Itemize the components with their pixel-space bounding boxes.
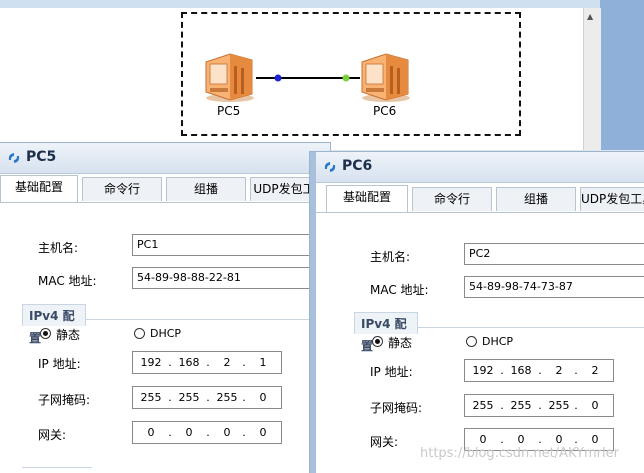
pc5-config-window: PC5 基础配置 命令行 组播 UDP发包工具 主机名: PC1 MAC 地址:… — [0, 143, 330, 473]
ipv4-group-header: IPv4 配置 — [22, 304, 86, 345]
ip-address-input[interactable]: 192 . 168 . 2 . 2 — [464, 359, 614, 382]
mask-octet: 255 — [472, 399, 494, 412]
pc6-title-bar[interactable]: PC6 — [316, 152, 644, 183]
gateway-label: 网关: — [38, 428, 67, 442]
mask-octet: 0 — [259, 391, 267, 404]
group-divider — [418, 327, 644, 328]
gateway-input[interactable]: 0 . 0 . 0 . 0 — [132, 421, 282, 444]
subnet-mask-input[interactable]: 255 . 255 . 255 . 0 — [132, 386, 282, 409]
pc6-label: PC6 — [373, 104, 397, 118]
ip-dot: . — [206, 356, 210, 369]
mac-label: MAC 地址: — [370, 283, 429, 297]
ip-dot: . — [168, 356, 172, 369]
pc5-title-bar[interactable]: PC5 — [0, 143, 330, 174]
ip-octet: 192 — [472, 364, 494, 377]
pc5-label: PC5 — [217, 104, 241, 118]
dhcp-radio[interactable] — [134, 328, 145, 339]
ip-dot: . — [574, 364, 578, 377]
ip-octet: 2 — [591, 364, 599, 377]
mask-dot: . — [168, 391, 172, 404]
next-group-divider — [22, 467, 92, 468]
pc5-tab-bar: 基础配置 命令行 组播 UDP发包工具 — [0, 173, 330, 203]
tab-basic-config[interactable]: 基础配置 — [326, 185, 408, 212]
gw-octet: 0 — [185, 426, 193, 439]
dhcp-radio[interactable] — [466, 336, 477, 347]
mask-octet: 255 — [548, 399, 570, 412]
subnet-mask-label: 子网掩码: — [38, 393, 91, 407]
window-title: PC6 — [342, 158, 373, 174]
gw-dot: . — [168, 426, 172, 439]
hostname-input[interactable]: PC2 — [464, 243, 644, 265]
mask-dot: . — [242, 391, 246, 404]
mask-octet: 255 — [510, 399, 532, 412]
group-divider — [86, 319, 330, 320]
tab-multicast[interactable]: 组播 — [166, 177, 246, 201]
pc6-tab-bar: 基础配置 命令行 组播 UDP发包工具 — [316, 183, 644, 213]
mac-input[interactable]: 54-89-98-88-22-81 — [132, 267, 330, 289]
tab-command-line[interactable]: 命令行 — [412, 187, 492, 211]
gw-octet: 0 — [223, 426, 231, 439]
tab-underline — [316, 212, 644, 213]
mask-dot: . — [500, 399, 504, 412]
gw-octet: 0 — [259, 426, 267, 439]
ip-dot: . — [500, 364, 504, 377]
subnet-mask-input[interactable]: 255 . 255 . 255 . 0 — [464, 394, 614, 417]
mask-octet: 255 — [178, 391, 200, 404]
ip-dot: . — [242, 356, 246, 369]
gw-octet: 0 — [147, 426, 155, 439]
ip-address-label: IP 地址: — [38, 357, 81, 371]
subnet-mask-label: 子网掩码: — [370, 401, 423, 415]
ensp-pc-window-icon — [324, 162, 336, 172]
gateway-label: 网关: — [370, 435, 399, 449]
static-radio-label: 静态 — [388, 336, 413, 350]
mac-input[interactable]: 54-89-98-74-73-87 — [464, 276, 644, 298]
hostname-label: 主机名: — [370, 250, 411, 264]
ensp-pc-window-icon — [8, 153, 20, 163]
hostname-input[interactable]: PC1 — [132, 234, 330, 256]
ip-octet: 168 — [510, 364, 532, 377]
ip-octet: 2 — [555, 364, 563, 377]
gw-dot: . — [206, 426, 210, 439]
ip-dot: . — [538, 364, 542, 377]
window-title: PC5 — [26, 149, 57, 165]
mask-dot: . — [206, 391, 210, 404]
port-indicator-right — [342, 74, 350, 82]
mask-octet: 255 — [216, 391, 238, 404]
ip-address-input[interactable]: 192 . 168 . 2 . 1 — [132, 351, 282, 374]
dhcp-radio-label: DHCP — [150, 327, 182, 340]
pc6-config-window: PC6 基础配置 命令行 组播 UDP发包工具 主机名: PC2 MAC 地址:… — [310, 152, 644, 473]
watermark-text: https://blog.csdn.net/AKYmrler — [420, 446, 619, 461]
mask-octet: 255 — [140, 391, 162, 404]
port-indicator-left — [274, 74, 282, 82]
topology-canvas[interactable]: ▲ PC5 PC6 — [0, 0, 644, 150]
ip-octet: 192 — [140, 356, 162, 369]
ipv4-group-header: IPv4 配置 — [354, 312, 418, 353]
pc6-desktop-pc-icon[interactable] — [356, 48, 414, 104]
hostname-label: 主机名: — [38, 241, 79, 255]
pc5-desktop-pc-icon[interactable] — [200, 48, 258, 104]
mask-octet: 0 — [591, 399, 599, 412]
ip-octet: 168 — [178, 356, 200, 369]
mac-label: MAC 地址: — [38, 274, 97, 288]
mask-dot: . — [538, 399, 542, 412]
tab-underline — [0, 202, 330, 203]
link-cable[interactable] — [0, 0, 644, 150]
tab-basic-config[interactable]: 基础配置 — [0, 175, 78, 202]
ip-octet: 1 — [259, 356, 267, 369]
tab-command-line[interactable]: 命令行 — [82, 177, 162, 201]
static-radio[interactable] — [40, 328, 51, 339]
gw-dot: . — [242, 426, 246, 439]
static-radio-label: 静态 — [56, 328, 81, 342]
mask-dot: . — [574, 399, 578, 412]
tab-udp-tool[interactable]: UDP发包工具 — [580, 187, 644, 211]
static-radio[interactable] — [372, 336, 383, 347]
tab-multicast[interactable]: 组播 — [496, 187, 576, 211]
ip-address-label: IP 地址: — [370, 365, 413, 379]
ip-octet: 2 — [223, 356, 231, 369]
dhcp-radio-label: DHCP — [482, 335, 514, 348]
